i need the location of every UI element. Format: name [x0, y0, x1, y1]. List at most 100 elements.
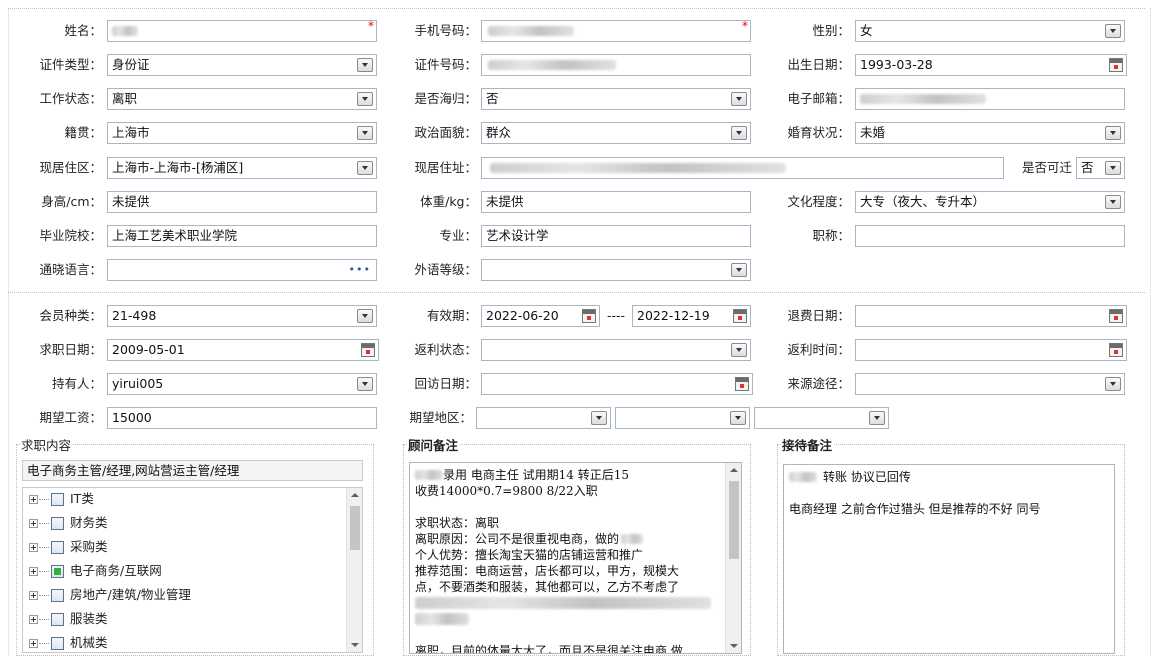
scroll-up-icon[interactable]	[351, 493, 359, 497]
scroll-thumb[interactable]	[350, 506, 360, 550]
tree-node-finance[interactable]: 财务类	[23, 512, 353, 536]
native-place-dropdown-icon[interactable]	[357, 126, 373, 140]
valid-start-calendar-icon[interactable]	[582, 309, 596, 323]
email-input[interactable]	[855, 88, 1125, 110]
refund-date-input[interactable]	[855, 305, 1127, 327]
id-type-dropdown-icon[interactable]	[357, 58, 373, 72]
name-label: 姓名：	[64, 23, 102, 38]
job-seek-date-calendar-icon[interactable]	[361, 343, 375, 357]
expand-icon[interactable]	[29, 591, 38, 600]
checkbox-purchasing[interactable]	[51, 541, 64, 554]
foreign-level-select[interactable]	[481, 259, 751, 281]
expand-icon[interactable]	[29, 519, 38, 528]
expected-city-select[interactable]	[615, 407, 750, 429]
checkbox-machinery[interactable]	[51, 637, 64, 650]
current-area-dropdown-icon[interactable]	[357, 161, 373, 175]
expected-salary-input[interactable]: 15000	[107, 407, 377, 429]
major-input[interactable]: 艺术设计学	[481, 225, 751, 247]
job-seek-date-input[interactable]: 2009-05-01	[107, 339, 379, 361]
visit-date-calendar-icon[interactable]	[735, 377, 749, 391]
tree-scrollbar[interactable]	[346, 488, 362, 652]
expected-province-dropdown-icon[interactable]	[591, 411, 607, 425]
work-status-dropdown-icon[interactable]	[357, 92, 373, 106]
consultant-notes-textarea[interactable]: 录用 电商主任 试用期14 转正后15 收费14000*0.7=9800 8/2…	[409, 462, 742, 654]
work-status-value: 离职	[112, 91, 138, 106]
marital-status-select[interactable]: 未婚	[855, 122, 1125, 144]
tree-node-machinery[interactable]: 机械类	[23, 632, 353, 652]
education-dropdown-icon[interactable]	[1105, 195, 1121, 209]
title-input[interactable]	[855, 225, 1125, 247]
expand-icon[interactable]	[29, 543, 38, 552]
scroll-down-icon[interactable]	[730, 644, 738, 648]
relocate-dropdown-icon[interactable]	[1105, 161, 1121, 175]
valid-end-input[interactable]: 2022-12-19	[632, 305, 751, 327]
expected-district-select[interactable]	[754, 407, 889, 429]
name-input[interactable]: *	[107, 20, 377, 42]
tree-node-purchasing[interactable]: 采购类	[23, 536, 353, 560]
holder-select[interactable]: yirui005	[107, 373, 377, 395]
checkbox-finance[interactable]	[51, 517, 64, 530]
birth-date-input[interactable]: 1993-03-28	[855, 54, 1127, 76]
tree-node-it[interactable]: IT类	[23, 488, 353, 512]
checkbox-apparel[interactable]	[51, 613, 64, 626]
job-category-tree[interactable]: IT类 财务类 采购类 电子商务/互联网 房地产/建筑/物业管理 服装类 机械类	[22, 487, 363, 653]
weight-input[interactable]: 未提供	[481, 191, 751, 213]
school-label: 毕业院校：	[39, 228, 102, 243]
gender-select[interactable]: 女	[855, 20, 1125, 42]
tree-node-apparel[interactable]: 服装类	[23, 608, 353, 632]
tree-node-real-estate[interactable]: 房地产/建筑/物业管理	[23, 584, 353, 608]
political-status-dropdown-icon[interactable]	[731, 126, 747, 140]
birth-date-calendar-icon[interactable]	[1109, 58, 1123, 72]
scroll-down-icon[interactable]	[351, 643, 359, 647]
checkbox-real-estate[interactable]	[51, 589, 64, 602]
id-type-select[interactable]: 身份证	[107, 54, 377, 76]
expand-icon[interactable]	[29, 615, 38, 624]
refund-date-calendar-icon[interactable]	[1109, 309, 1123, 323]
visit-date-input[interactable]	[481, 373, 753, 395]
returnee-select[interactable]: 否	[481, 88, 751, 110]
marital-status-dropdown-icon[interactable]	[1105, 126, 1121, 140]
tree-node-ecommerce[interactable]: 电子商务/互联网	[23, 560, 353, 584]
current-address-input[interactable]	[481, 157, 1004, 179]
phone-input[interactable]: *	[481, 20, 751, 42]
education-select[interactable]: 大专（夜大、专升本）	[855, 191, 1125, 213]
expand-icon[interactable]	[29, 495, 38, 504]
returnee-dropdown-icon[interactable]	[731, 92, 747, 106]
holder-dropdown-icon[interactable]	[357, 377, 373, 391]
current-area-select[interactable]: 上海市-上海市-[杨浦区]	[107, 157, 377, 179]
valid-start-input[interactable]: 2022-06-20	[481, 305, 600, 327]
expand-icon[interactable]	[29, 567, 38, 576]
relocate-select[interactable]: 否	[1076, 157, 1125, 179]
native-place-label: 籍贯：	[64, 125, 102, 140]
language-input[interactable]: •••	[107, 259, 377, 281]
source-dropdown-icon[interactable]	[1105, 377, 1121, 391]
language-more-icon[interactable]: •••	[349, 260, 371, 280]
checkbox-it[interactable]	[51, 493, 64, 506]
scroll-thumb[interactable]	[729, 481, 739, 559]
member-type-dropdown-icon[interactable]	[357, 309, 373, 323]
gender-dropdown-icon[interactable]	[1105, 24, 1121, 38]
reception-notes-textarea[interactable]: 转账 协议已回传 电商经理 之前合作过猎头 但是推荐的不好 同号	[783, 464, 1115, 654]
work-status-select[interactable]: 离职	[107, 88, 377, 110]
member-type-select[interactable]: 21-498	[107, 305, 377, 327]
expand-icon[interactable]	[29, 639, 38, 648]
rebate-status-select[interactable]	[481, 339, 751, 361]
notes-scrollbar[interactable]	[725, 463, 741, 653]
valid-end-calendar-icon[interactable]	[733, 309, 747, 323]
rebate-time-calendar-icon[interactable]	[1109, 343, 1123, 357]
political-status-select[interactable]: 群众	[481, 122, 751, 144]
expected-district-dropdown-icon[interactable]	[869, 411, 885, 425]
expected-province-select[interactable]	[476, 407, 611, 429]
school-input[interactable]: 上海工艺美术职业学院	[107, 225, 377, 247]
member-type-value: 21-498	[112, 308, 157, 323]
native-place-select[interactable]: 上海市	[107, 122, 377, 144]
rebate-time-input[interactable]	[855, 339, 1127, 361]
rebate-status-dropdown-icon[interactable]	[731, 343, 747, 357]
expected-city-dropdown-icon[interactable]	[730, 411, 746, 425]
foreign-level-dropdown-icon[interactable]	[731, 263, 747, 277]
checkbox-ecommerce[interactable]	[51, 565, 64, 578]
id-number-input[interactable]	[481, 54, 751, 76]
height-input[interactable]: 未提供	[107, 191, 377, 213]
source-select[interactable]	[855, 373, 1125, 395]
scroll-up-icon[interactable]	[730, 468, 738, 472]
